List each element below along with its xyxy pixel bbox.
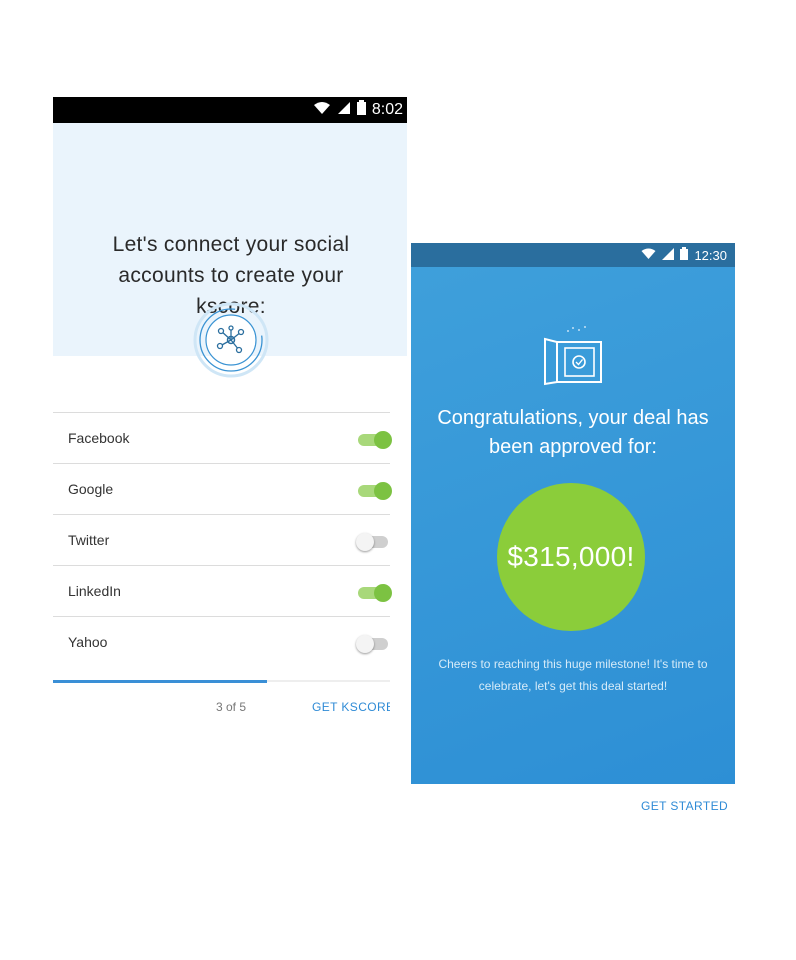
page-indicator: 3 of 5 (216, 700, 247, 714)
account-row-google[interactable]: Google (53, 463, 392, 514)
safe-icon (543, 325, 605, 392)
signal-icon (337, 101, 351, 120)
yahoo-toggle[interactable] (356, 632, 390, 653)
account-row-facebook[interactable]: Facebook (53, 412, 392, 463)
approved-amount: $315,000! (507, 541, 635, 572)
twitter-toggle[interactable] (356, 530, 390, 551)
wifi-icon (641, 248, 656, 263)
battery-icon (680, 247, 689, 263)
account-list: Facebook Google Twitter LinkedIn Yahoo (53, 412, 392, 667)
account-label: Facebook (68, 430, 130, 446)
account-label: LinkedIn (68, 583, 121, 599)
account-label: Google (68, 481, 114, 497)
linkedin-toggle[interactable] (356, 581, 392, 602)
kscore-connect-screen: 8:02 Let's connect your social accounts … (53, 97, 407, 714)
cheers-message: Cheers to reaching this huge milestone! … (438, 657, 708, 693)
status-time: 12:30 (694, 247, 727, 263)
account-row-twitter[interactable]: Twitter (53, 514, 390, 565)
account-row-yahoo[interactable]: Yahoo (53, 616, 390, 667)
status-time: 8:02 (371, 101, 403, 118)
deal-approved-screen: 12:30 Congratulations, your deal has bee… (411, 243, 735, 784)
account-row-linkedin[interactable]: LinkedIn (53, 565, 392, 616)
amount-badge: $315,000! (497, 483, 645, 631)
get-kscore-button[interactable]: GET KSCORE (312, 700, 390, 714)
account-label: Yahoo (68, 634, 108, 650)
account-label: Twitter (68, 532, 110, 548)
network-icon (193, 302, 269, 383)
status-bar: 8:02 (53, 97, 407, 123)
status-bar: 12:30 (411, 243, 735, 267)
google-toggle[interactable] (356, 479, 392, 500)
footer: 3 of 5 GET KSCORE (53, 700, 407, 720)
signal-icon (662, 247, 675, 263)
wifi-icon (313, 101, 331, 120)
facebook-toggle[interactable] (356, 428, 392, 449)
congrats-headline: Congratulations, your deal has been appr… (437, 407, 709, 458)
battery-icon (356, 100, 366, 120)
progress-bar (53, 680, 267, 683)
get-started-button[interactable]: GET STARTED (641, 799, 728, 813)
